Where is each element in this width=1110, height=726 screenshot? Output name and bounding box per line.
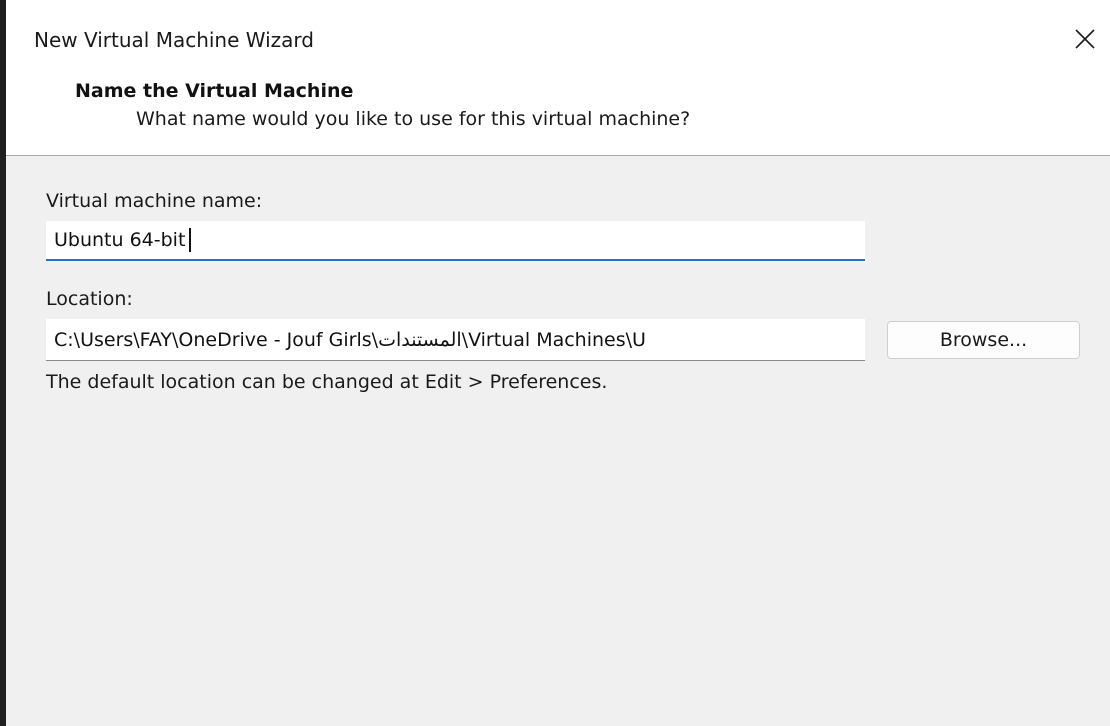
vm-name-value: Ubuntu 64-bit — [54, 229, 186, 251]
browse-button[interactable]: Browse... — [887, 321, 1080, 359]
window-title: New Virtual Machine Wizard — [34, 28, 314, 52]
text-caret — [189, 228, 192, 252]
location-label: Location: — [46, 288, 133, 310]
title-bar[interactable]: New Virtual Machine Wizard — [6, 0, 1110, 78]
wizard-content: Virtual machine name: Ubuntu 64-bit Loca… — [6, 156, 1110, 726]
location-hint: The default location can be changed at E… — [46, 371, 608, 393]
wizard-window: New Virtual Machine Wizard Name the Virt… — [0, 0, 1110, 726]
page-subtitle: What name would you like to use for this… — [136, 108, 691, 130]
close-button[interactable] — [1060, 14, 1110, 64]
location-value: C:\Users\FAY\OneDrive - Jouf Girls\المست… — [54, 328, 646, 351]
wizard-header: Name the Virtual Machine What name would… — [6, 78, 1110, 156]
close-icon — [1075, 29, 1095, 49]
vm-name-input[interactable]: Ubuntu 64-bit — [46, 221, 865, 261]
page-title: Name the Virtual Machine — [75, 80, 354, 102]
location-input[interactable]: C:\Users\FAY\OneDrive - Jouf Girls\المست… — [46, 319, 865, 361]
vm-name-label: Virtual machine name: — [46, 190, 263, 212]
